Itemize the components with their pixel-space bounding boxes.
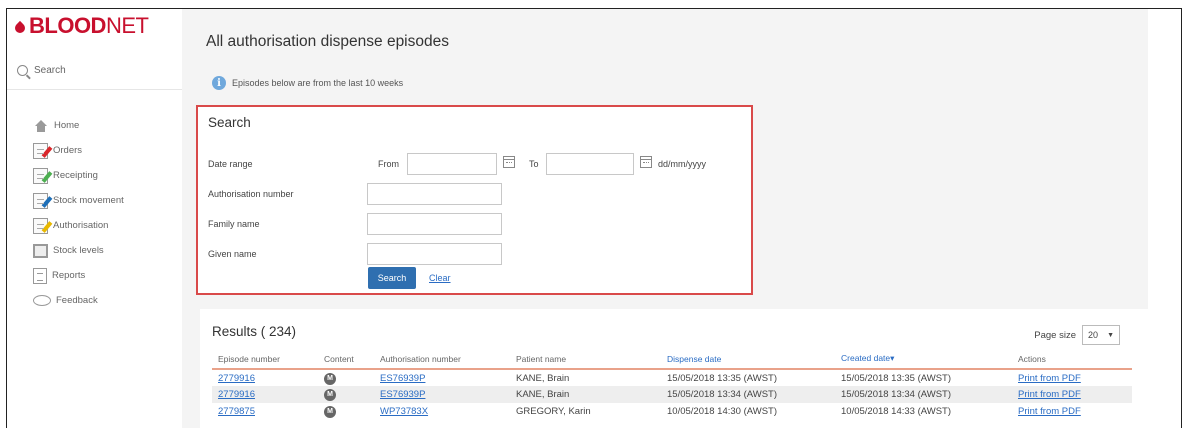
- col-patient-name[interactable]: Patient name: [510, 353, 661, 369]
- col-dispense-date[interactable]: Dispense date: [661, 353, 835, 369]
- stock-levels-icon: [33, 243, 48, 258]
- to-label: To: [529, 159, 539, 169]
- patient-name: GREGORY, Karin: [516, 406, 591, 417]
- sidebar-item-label: Home: [54, 120, 80, 131]
- info-icon: i: [212, 76, 226, 90]
- table-row: 2779875 M WP73783X GREGORY, Karin 10/05/…: [212, 403, 1132, 420]
- dispense-date: 10/05/2018 14:30 (AWST): [667, 406, 778, 417]
- sidebar-item-orders[interactable]: Orders: [33, 138, 124, 163]
- content-badge: M: [324, 389, 336, 401]
- app-frame: BLOOD NET Search Home Orders Receipting S…: [6, 8, 1182, 439]
- col-created-date[interactable]: Created date▾: [835, 353, 1012, 369]
- authorisation-link[interactable]: ES76939P: [380, 373, 425, 384]
- print-pdf-link[interactable]: Print from PDF: [1018, 406, 1081, 417]
- authorisation-link[interactable]: WP73783X: [380, 406, 428, 417]
- page-size-control: Page size 20 ▼: [1034, 325, 1120, 345]
- logo-text-blood: BLOOD: [29, 13, 106, 38]
- given-name-input[interactable]: [367, 243, 502, 265]
- calendar-icon[interactable]: [640, 156, 652, 168]
- sidebar-item-label: Reports: [52, 270, 86, 281]
- bloodnet-logo[interactable]: BLOOD NET: [12, 13, 149, 39]
- given-name-label: Given name: [208, 249, 257, 259]
- search-icon: [17, 65, 28, 76]
- dispense-date: 15/05/2018 13:34 (AWST): [667, 389, 778, 400]
- content-badge: M: [324, 406, 336, 418]
- page-title: All authorisation dispense episodes: [206, 33, 449, 50]
- family-name-input[interactable]: [367, 213, 502, 235]
- sidebar-item-stock-movement[interactable]: Stock movement: [33, 188, 124, 213]
- receipting-icon: [33, 167, 53, 184]
- sidebar-item-label: Authorisation: [53, 220, 109, 231]
- feedback-icon: [33, 295, 51, 306]
- search-panel: Search Date range From To dd/mm/yyyy Aut…: [196, 105, 753, 295]
- authorisation-number-label: Authorisation number: [208, 189, 294, 199]
- date-range-label: Date range: [208, 159, 253, 169]
- content-badge: M: [324, 372, 336, 385]
- episode-link[interactable]: 2779916: [218, 373, 255, 384]
- from-label: From: [378, 159, 399, 169]
- created-date: 15/05/2018 13:34 (AWST): [841, 389, 952, 400]
- sidebar-item-label: Feedback: [56, 295, 98, 306]
- to-date-input[interactable]: [546, 153, 634, 175]
- page-size-value: 20: [1088, 330, 1099, 340]
- sidebar-search[interactable]: Search: [17, 65, 66, 76]
- col-actions: Actions: [1018, 353, 1046, 364]
- main-content: All authorisation dispense episodes i Ep…: [182, 9, 1150, 439]
- sidebar-search-label: Search: [34, 65, 66, 76]
- sidebar-item-authorisation[interactable]: Authorisation: [33, 213, 124, 238]
- col-content: Content: [324, 353, 354, 364]
- results-heading: Results ( 234): [212, 324, 297, 339]
- logo-text-net: NET: [105, 13, 149, 38]
- stock-movement-icon: [33, 192, 53, 209]
- print-pdf-link[interactable]: Print from PDF: [1018, 373, 1081, 384]
- search-button[interactable]: Search: [368, 267, 416, 289]
- from-date-input[interactable]: [407, 153, 497, 175]
- sidebar-item-label: Stock levels: [53, 245, 104, 256]
- patient-name: KANE, Brain: [516, 389, 570, 400]
- orders-icon: [33, 142, 53, 159]
- calendar-icon[interactable]: [503, 156, 515, 168]
- sidebar-divider: [7, 89, 182, 90]
- results-panel: Results ( 234) Page size 20 ▼ Episode nu…: [200, 309, 1150, 439]
- blood-drop-icon: [12, 20, 28, 35]
- reports-icon: [33, 267, 47, 284]
- family-name-label: Family name: [208, 219, 260, 229]
- results-table: Episode number Content Authorisation num…: [212, 353, 1132, 420]
- info-text: Episodes below are from the last 10 week…: [232, 78, 404, 88]
- sidebar-item-feedback[interactable]: Feedback: [33, 288, 124, 313]
- episode-link[interactable]: 2779875: [218, 406, 255, 417]
- sidebar-item-receipting[interactable]: Receipting: [33, 163, 124, 188]
- home-icon: [33, 119, 49, 132]
- page-size-label: Page size: [1034, 329, 1076, 341]
- chevron-down-icon: ▼: [1107, 331, 1114, 339]
- sidebar-item-reports[interactable]: Reports: [33, 263, 124, 288]
- print-pdf-link[interactable]: Print from PDF: [1018, 389, 1081, 400]
- authorisation-icon: [33, 217, 53, 234]
- created-date: 15/05/2018 13:35 (AWST): [841, 372, 952, 384]
- table-header-row: Episode number Content Authorisation num…: [212, 353, 1132, 369]
- col-episode-number[interactable]: Episode number: [212, 353, 318, 369]
- sidebar-nav: Home Orders Receipting Stock movement Au…: [33, 113, 124, 313]
- patient-name: KANE, Brain: [516, 372, 570, 384]
- authorisation-number-input[interactable]: [367, 183, 502, 205]
- sidebar: BLOOD NET Search Home Orders Receipting S…: [7, 9, 182, 428]
- sidebar-item-label: Stock movement: [53, 195, 124, 206]
- authorisation-link[interactable]: ES76939P: [380, 389, 425, 400]
- date-format-hint: dd/mm/yyyy: [658, 159, 707, 169]
- dispense-date: 15/05/2018 13:35 (AWST): [667, 372, 778, 384]
- clear-link[interactable]: Clear: [429, 273, 451, 283]
- sidebar-item-label: Orders: [53, 145, 83, 156]
- episode-link[interactable]: 2779916: [218, 389, 255, 400]
- created-date: 10/05/2018 14:33 (AWST): [841, 406, 952, 417]
- table-row: 2779916 M ES76939P KANE, Brain 15/05/201…: [212, 386, 1132, 403]
- sidebar-item-label: Receipting: [53, 170, 98, 181]
- sidebar-item-stock-levels[interactable]: Stock levels: [33, 238, 124, 263]
- search-heading: Search: [208, 115, 251, 130]
- info-notice: i Episodes below are from the last 10 we…: [212, 76, 403, 90]
- sidebar-item-home[interactable]: Home: [33, 113, 124, 138]
- table-row: 2779916 M ES76939P KANE, Brain 15/05/201…: [212, 369, 1132, 386]
- page-size-select[interactable]: 20 ▼: [1082, 325, 1120, 345]
- col-authorisation-number[interactable]: Authorisation number: [374, 353, 510, 369]
